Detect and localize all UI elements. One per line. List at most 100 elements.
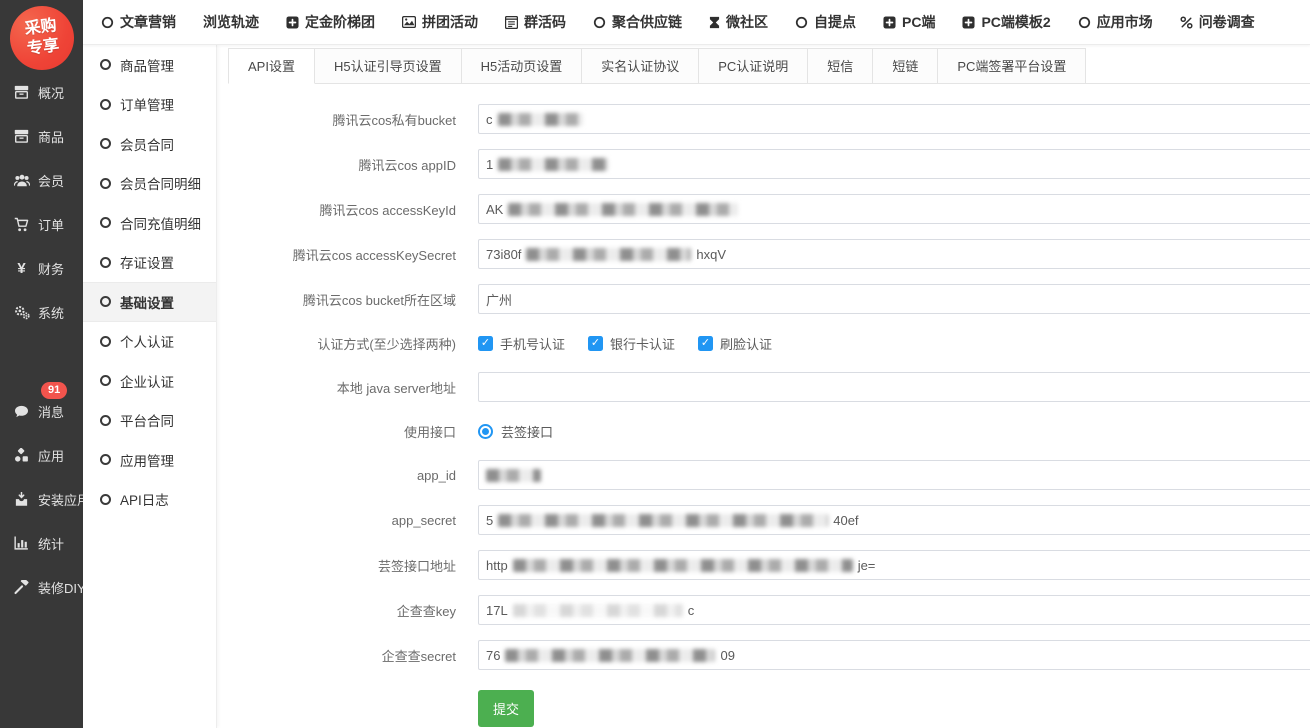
tab[interactable]: 短信	[808, 48, 873, 84]
rail-item[interactable]: 概况	[0, 70, 83, 114]
circle-icon	[100, 336, 111, 347]
rail-item[interactable]: 应用	[0, 433, 83, 477]
checkbox-checked-icon: ✓	[698, 336, 713, 351]
nav-item-label: 聚合供应链	[612, 12, 682, 32]
field-label: 认证方式(至少选择两种)	[228, 334, 478, 353]
submenu-item[interactable]: 应用管理	[83, 440, 216, 480]
tab[interactable]: PC端签署平台设置	[938, 48, 1086, 84]
submenu-item[interactable]: 基础设置	[83, 282, 216, 322]
nav-item[interactable]: 拼团活动	[402, 12, 478, 32]
field-label: 使用接口	[228, 422, 478, 441]
rail-item[interactable]: ¥ 财务	[0, 246, 83, 290]
cos-accesskeyid-input[interactable]: AK	[478, 194, 1310, 224]
brand-logo[interactable]: 采购 专享	[6, 2, 77, 73]
rail-item[interactable]: 装修DIY	[0, 565, 83, 609]
circle-icon	[100, 59, 111, 70]
tab[interactable]: API设置	[228, 48, 315, 84]
checkbox-bankcard-auth[interactable]: ✓ 银行卡认证	[588, 334, 675, 353]
nav-item[interactable]: 群活码	[505, 12, 566, 32]
submenu-item-label: 订单管理	[120, 94, 174, 114]
tab-label: H5活动页设置	[481, 59, 563, 74]
field-label: 腾讯云cos accessKeyId	[228, 200, 478, 219]
form-row-cos-bucket: 腾讯云cos私有bucket c	[228, 104, 1310, 134]
cos-appid-input[interactable]: 1	[478, 149, 1310, 179]
auth-methods-group: ✓ 手机号认证 ✓ 银行卡认证 ✓ 刷脸认证	[478, 334, 791, 353]
submenu-item[interactable]: 会员合同	[83, 124, 216, 164]
checkbox-phone-auth[interactable]: ✓ 手机号认证	[478, 334, 565, 353]
nav-item[interactable]: 应用市场	[1078, 12, 1153, 32]
nav-item[interactable]: PC端模板2	[962, 12, 1050, 32]
nav-item[interactable]: 定金阶梯团	[286, 12, 375, 32]
nav-item[interactable]: PC端	[883, 12, 935, 32]
nav-item[interactable]: 微社区	[709, 12, 768, 32]
rail-item[interactable]: 订单	[0, 202, 83, 246]
tab[interactable]: 实名认证协议	[582, 48, 699, 84]
submenu-item[interactable]: 企业认证	[83, 361, 216, 401]
tab[interactable]: PC认证说明	[699, 48, 808, 84]
submenu-item-label: 企业认证	[120, 371, 174, 391]
circle-icon	[100, 296, 111, 307]
circle-icon	[100, 494, 111, 505]
nav-item-label: 浏览轨迹	[203, 12, 259, 32]
nav-item[interactable]: 聚合供应链	[593, 12, 682, 32]
submenu-item-label: 基础设置	[120, 292, 174, 312]
checkbox-face-auth[interactable]: ✓ 刷脸认证	[698, 334, 772, 353]
tab[interactable]: 短链	[873, 48, 938, 84]
system-icon	[13, 305, 30, 320]
rail-item[interactable]: 商品	[0, 114, 83, 158]
cos-private-bucket-input[interactable]: c	[478, 104, 1310, 134]
submenu-item[interactable]: 会员合同明细	[83, 164, 216, 204]
submenu-item-label: API日志	[120, 489, 169, 509]
main-area: 文章营销 浏览轨迹 定金阶梯团 拼团活动	[83, 0, 1310, 728]
members-icon	[13, 174, 30, 187]
rail-item[interactable]: 消息 91	[0, 389, 83, 433]
app-id-input[interactable]	[478, 460, 1310, 490]
stats-icon	[13, 536, 30, 550]
submenu-item[interactable]: 商品管理	[83, 45, 216, 85]
circle-icon	[100, 178, 111, 189]
redacted-value	[498, 113, 583, 126]
cos-accesskeysecret-input[interactable]: 73i80f hxqV	[478, 239, 1310, 269]
rail-item[interactable]: 系统	[0, 290, 83, 334]
redacted-value	[505, 649, 715, 662]
apps-icon	[13, 448, 30, 463]
tab[interactable]: H5活动页设置	[462, 48, 583, 84]
qcc-key-input[interactable]: 17L c	[478, 595, 1310, 625]
nav-item[interactable]: 问卷调查	[1180, 12, 1255, 32]
form-row-cos-region: 腾讯云cos bucket所在区域 广州	[228, 284, 1310, 314]
form-row-interface: 使用接口 芸签接口	[228, 417, 1310, 445]
submenu-item-label: 应用管理	[120, 450, 174, 470]
submenu-item[interactable]: 合同充值明细	[83, 203, 216, 243]
submenu-item[interactable]: 订单管理	[83, 85, 216, 125]
messages-icon	[13, 405, 30, 418]
circle-icon	[593, 16, 606, 29]
circle-icon	[1078, 16, 1091, 29]
tab[interactable]: H5认证引导页设置	[315, 48, 462, 84]
submenu-item[interactable]: 存证设置	[83, 243, 216, 283]
top-nav: 文章营销 浏览轨迹 定金阶梯团 拼团活动	[83, 0, 1310, 45]
content-panel: API设置 H5认证引导页设置 H5活动页设置 实名认证协议	[217, 45, 1310, 728]
yunqian-url-input[interactable]: http je=	[478, 550, 1310, 580]
form-row-qcc-key: 企查查key 17L c	[228, 595, 1310, 625]
nav-item-label: 群活码	[524, 12, 566, 32]
app-secret-input[interactable]: 5 40ef	[478, 505, 1310, 535]
tab-label: 实名认证协议	[601, 59, 679, 74]
java-server-input[interactable]	[478, 372, 1310, 402]
rail-item[interactable]: 安装应用	[0, 477, 83, 521]
submit-button[interactable]: 提交	[478, 690, 534, 727]
submit-row: 提交	[228, 690, 1310, 727]
finance-icon: ¥	[13, 261, 30, 276]
submenu-item[interactable]: 平台合同	[83, 401, 216, 441]
nav-item[interactable]: 文章营销	[101, 12, 176, 32]
rail-item[interactable]: 统计	[0, 521, 83, 565]
nav-item[interactable]: 自提点	[795, 12, 856, 32]
rail-item[interactable]: 会员	[0, 158, 83, 202]
radio-yunqian-api[interactable]: 芸签接口	[478, 422, 553, 441]
cos-region-input[interactable]: 广州	[478, 284, 1310, 314]
qcc-secret-input[interactable]: 76 09	[478, 640, 1310, 670]
submenu-item[interactable]: 个人认证	[83, 322, 216, 362]
nav-item[interactable]: 浏览轨迹	[203, 12, 259, 32]
submenu-item[interactable]: API日志	[83, 480, 216, 520]
field-label: 企查查secret	[228, 646, 478, 665]
install-apps-icon	[13, 492, 30, 507]
